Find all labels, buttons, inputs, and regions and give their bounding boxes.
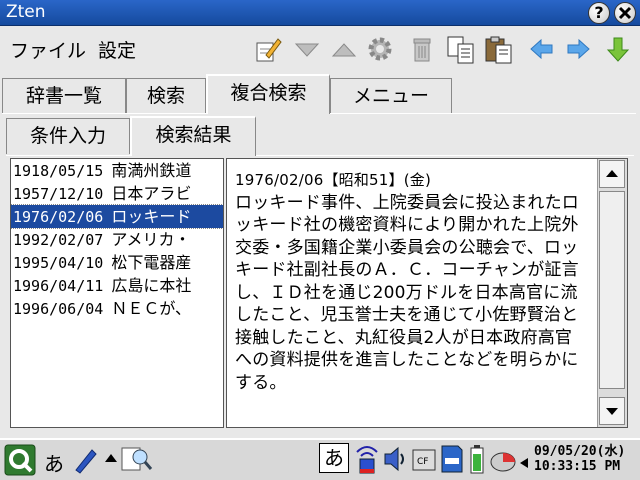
result-date: 1957/12/10 — [13, 185, 104, 203]
disk-usage-icon[interactable] — [488, 446, 518, 478]
cf-card-icon[interactable]: CF — [412, 448, 436, 476]
list-item-selected[interactable]: 1976/02/06 ロッキード — [11, 204, 223, 229]
close-icon — [618, 6, 632, 20]
article-heading: 1976/02/06【昭和51】(金) — [235, 171, 432, 189]
divider — [256, 155, 634, 156]
vertical-scrollbar[interactable] — [597, 159, 627, 427]
result-title: 広島に本社 — [111, 276, 192, 295]
sub-tab-bar: 条件入力 検索結果 — [0, 114, 640, 156]
triangle-left-icon[interactable] — [518, 454, 530, 473]
sd-card-icon[interactable] — [440, 444, 464, 478]
battery-icon[interactable] — [470, 444, 484, 478]
tab-menu[interactable]: メニュー — [330, 78, 452, 114]
result-title: 日本アラビ — [111, 184, 192, 203]
result-date: 1996/06/04 — [13, 300, 104, 318]
list-item[interactable]: 1957/12/10 日本アラビ — [11, 182, 223, 205]
menu-settings[interactable]: 設定 — [98, 36, 136, 63]
magnifier-icon[interactable] — [120, 444, 154, 478]
menu-toolbar: ファイル 設定 — [0, 26, 640, 72]
list-item[interactable]: 1996/04/11 広島に本社 — [11, 274, 223, 297]
help-button[interactable]: ? — [588, 2, 610, 24]
result-title: 松下電器産 — [111, 253, 192, 272]
triangle-up-icon[interactable] — [104, 450, 118, 469]
clock[interactable]: 09/05/20(水) 10:33:15 PM — [534, 444, 625, 474]
edit-icon[interactable] — [254, 35, 282, 63]
wifi-icon[interactable] — [354, 442, 380, 480]
tab-search-results[interactable]: 検索結果 — [130, 116, 256, 156]
list-item[interactable]: 1995/04/10 松下電器産 — [11, 251, 223, 274]
result-title: アメリカ・ — [111, 230, 191, 249]
start-menu-icon[interactable] — [4, 444, 36, 480]
divider — [6, 155, 130, 156]
result-title: 南満州鉄道 — [111, 161, 192, 180]
result-title: ロッキード — [111, 207, 192, 226]
list-item[interactable]: 1918/05/15 南満州鉄道 — [11, 159, 223, 182]
taskbar: あ あ CF 09/05/20(水) 10:33:15 PM — [0, 438, 640, 480]
article-body: ロッキード事件、上院委員会に投込まれたロッキード社の機密資料により開かれた上院外… — [235, 192, 579, 393]
triangle-down-icon — [606, 408, 618, 415]
triangle-up-icon[interactable] — [330, 35, 358, 63]
tab-condition-input[interactable]: 条件入力 — [6, 118, 130, 154]
tab-dictionary-list[interactable]: 辞書一覧 — [2, 78, 126, 114]
paste-icon[interactable] — [484, 35, 512, 64]
back-arrow-icon[interactable] — [528, 35, 556, 63]
svg-text:CF: CF — [417, 457, 428, 467]
tab-search[interactable]: 検索 — [126, 78, 206, 114]
trash-icon[interactable] — [408, 35, 436, 63]
clock-time: 10:33:15 PM — [534, 459, 621, 474]
down-arrow-icon[interactable] — [604, 35, 632, 63]
list-item[interactable]: 1996/06/04 ＮＥＣが、 — [11, 297, 223, 320]
result-title: ＮＥＣが、 — [111, 299, 191, 318]
results-list[interactable]: 1918/05/15 南満州鉄道 1957/12/10 日本アラビ 1976/02/… — [10, 158, 224, 428]
title-bar: Zten ? — [0, 0, 640, 26]
list-item[interactable]: 1992/02/07 アメリカ・ — [11, 228, 223, 251]
close-button[interactable] — [614, 2, 636, 24]
window-title: Zten — [6, 2, 46, 22]
forward-arrow-icon[interactable] — [564, 35, 592, 63]
clock-date: 09/05/20(水) — [534, 444, 626, 459]
article-content: 1976/02/06【昭和51】(金) ロッキード事件、上院委員会に投込まれたロ… — [235, 169, 587, 394]
menu-file[interactable]: ファイル — [10, 36, 86, 63]
result-date: 1992/02/07 — [13, 231, 104, 249]
copy-icon[interactable] — [446, 35, 474, 64]
result-date: 1995/04/10 — [13, 254, 104, 272]
scroll-down-button[interactable] — [599, 397, 625, 425]
pen-icon[interactable] — [72, 446, 98, 478]
result-date: 1996/04/11 — [13, 277, 104, 295]
scroll-thumb[interactable] — [599, 191, 625, 389]
scroll-up-button[interactable] — [599, 160, 625, 188]
main-tab-bar: 辞書一覧 検索 複合検索 メニュー — [0, 72, 640, 114]
speaker-icon[interactable] — [382, 444, 410, 478]
ime-mode-box[interactable]: あ — [319, 443, 349, 473]
gear-icon[interactable] — [366, 35, 394, 63]
article-view[interactable]: 1976/02/06【昭和51】(金) ロッキード事件、上院委員会に投込まれたロ… — [226, 158, 628, 428]
result-date: 1918/05/15 — [13, 162, 104, 180]
result-date: 1976/02/06 — [13, 208, 104, 226]
triangle-up-icon — [606, 170, 618, 177]
triangle-down-icon[interactable] — [293, 35, 321, 63]
input-method-indicator[interactable]: あ — [44, 448, 64, 477]
tab-compound-search[interactable]: 複合検索 — [206, 74, 330, 114]
